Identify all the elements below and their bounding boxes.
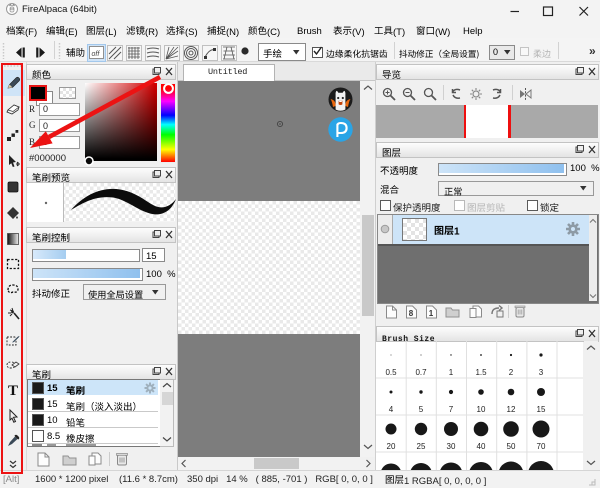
svg-text:1: 1 [429, 309, 434, 318]
svg-text:8: 8 [409, 309, 414, 318]
